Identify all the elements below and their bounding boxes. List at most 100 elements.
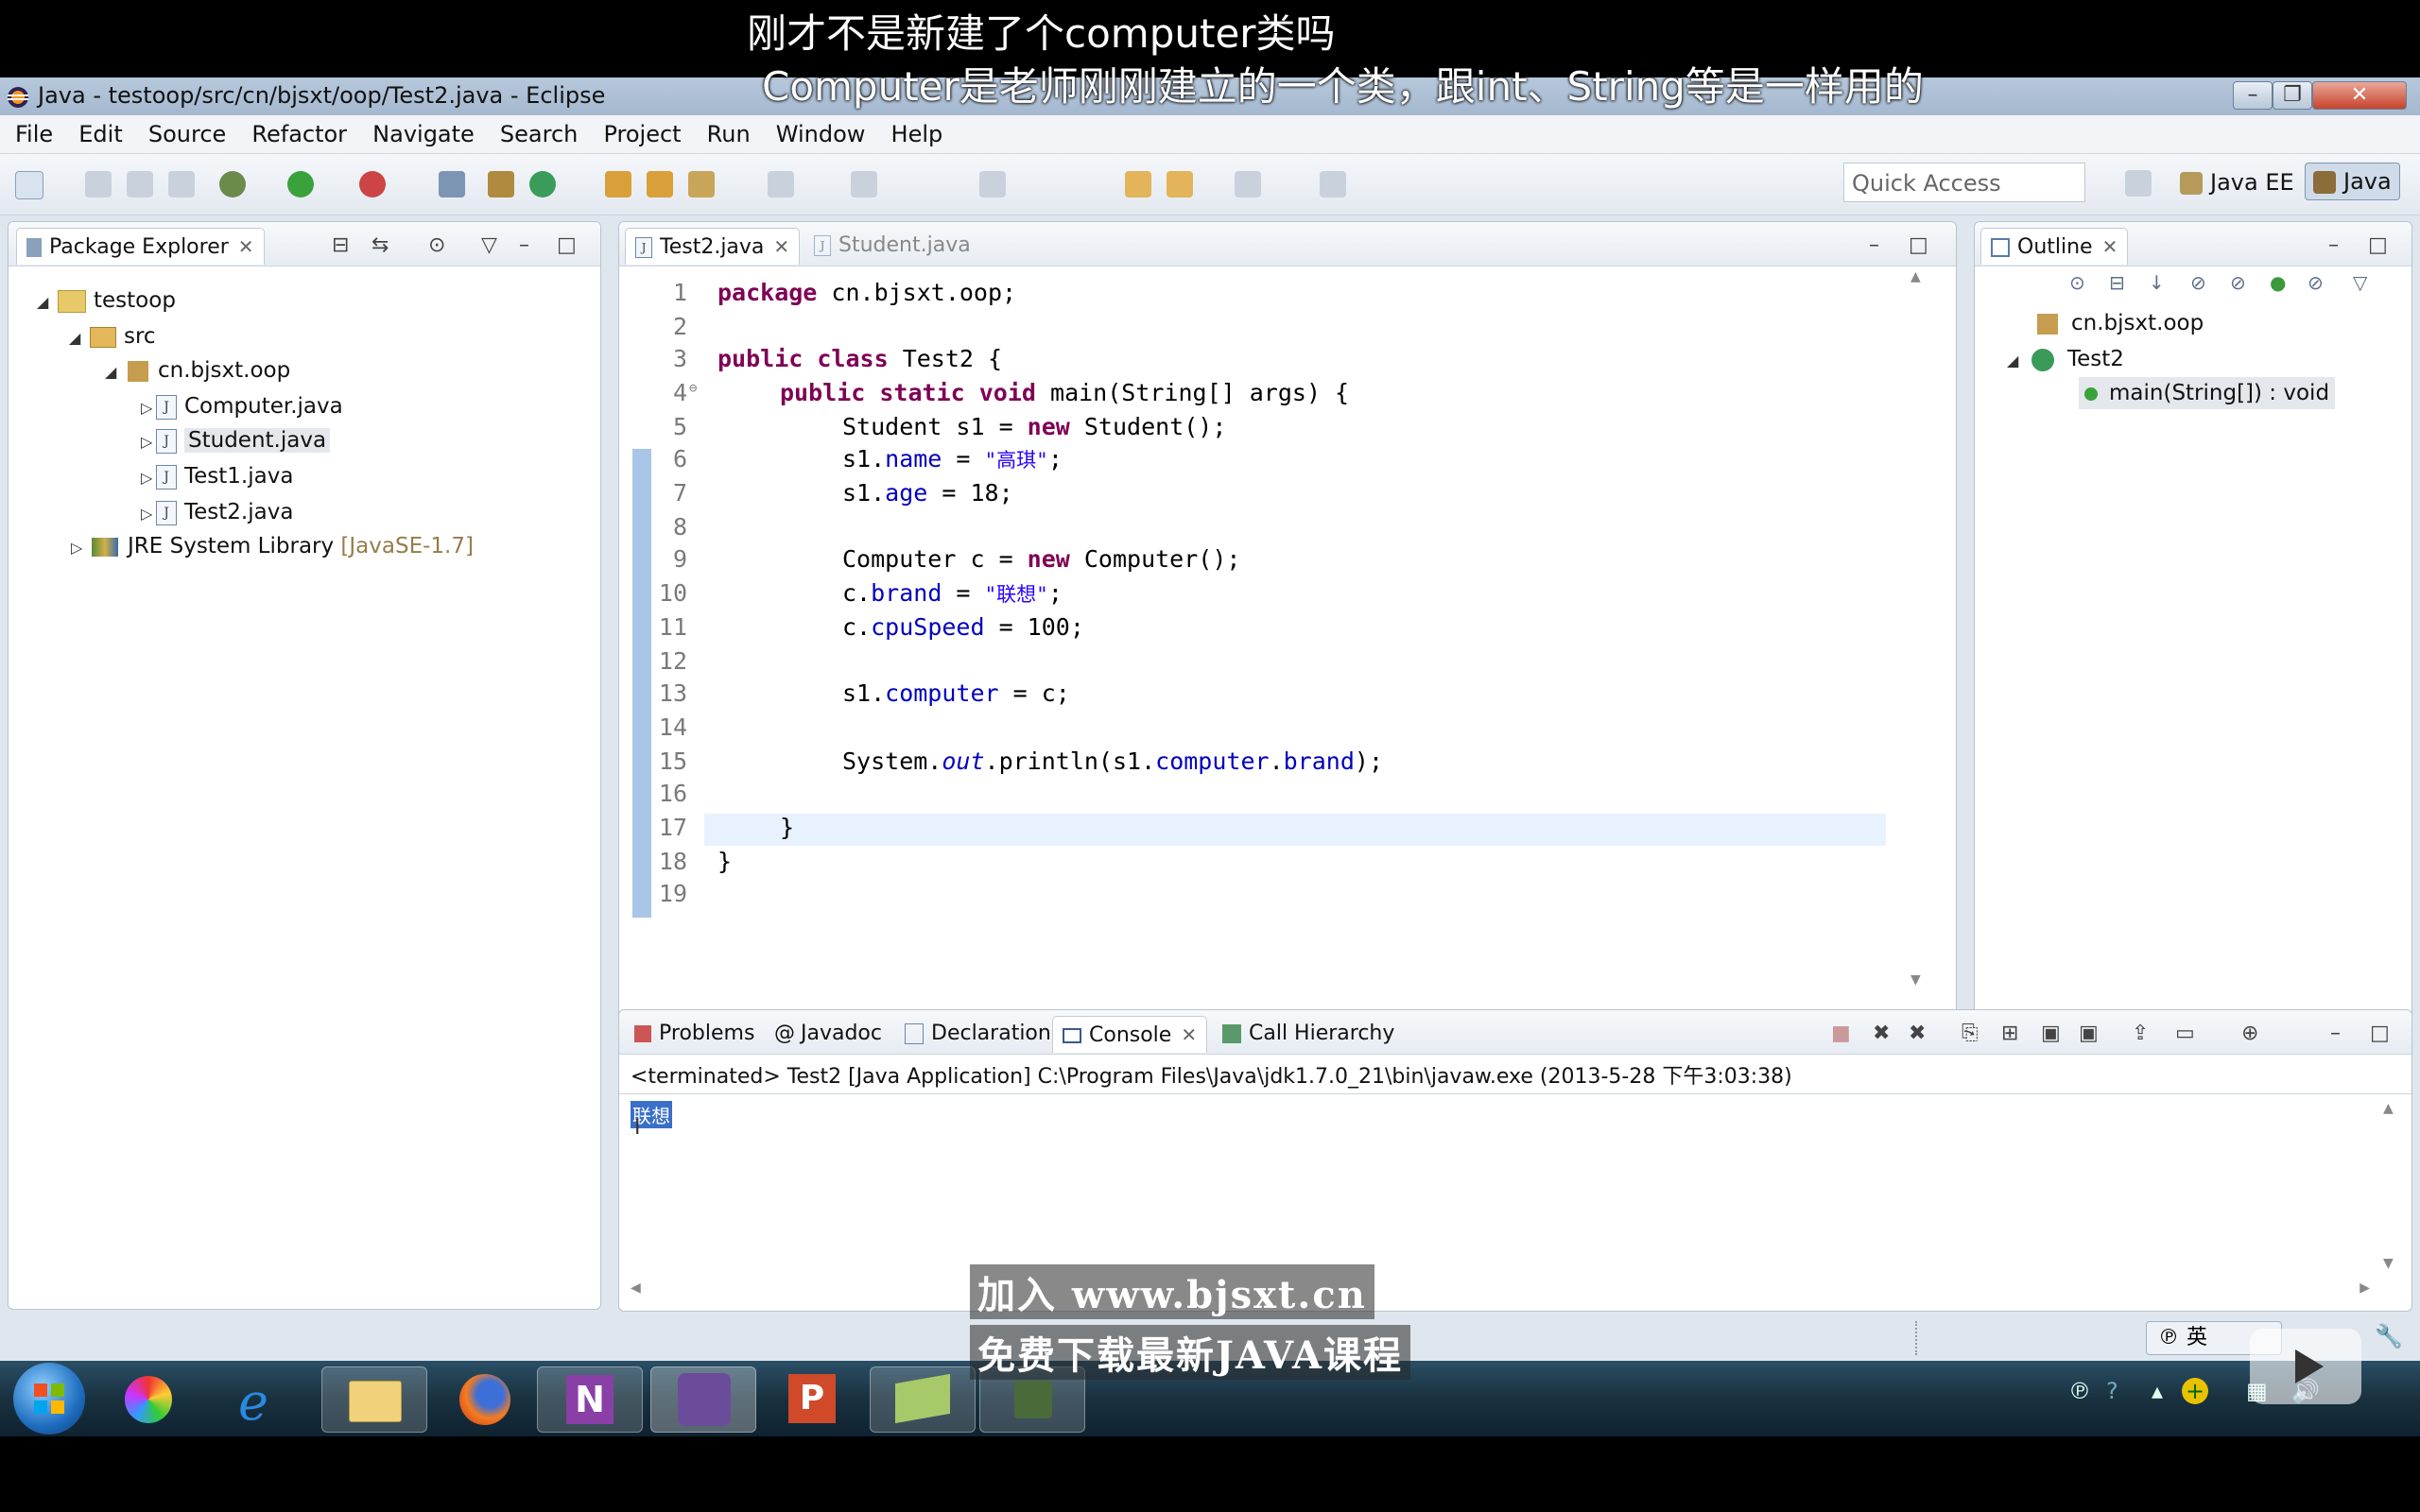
close-icon[interactable]: ✕: [773, 235, 789, 258]
minimize-button[interactable]: –: [2233, 81, 2273, 110]
taskbar-app-ie[interactable]: e: [210, 1366, 314, 1432]
menu-edit[interactable]: Edit: [78, 115, 122, 147]
help-icon[interactable]: ?: [2106, 1378, 2118, 1404]
link-editor-icon[interactable]: ⇆: [372, 233, 389, 257]
sort-icon[interactable]: ↓: [2149, 271, 2165, 294]
view-menu-icon[interactable]: ▽: [2353, 271, 2367, 294]
focus-icon[interactable]: ⊙: [428, 233, 445, 257]
perspective-javaee[interactable]: Java EE: [2180, 163, 2294, 202]
tab-javadoc[interactable]: @ Javadoc: [765, 1016, 891, 1052]
minimize-view-icon[interactable]: –: [1869, 233, 1879, 257]
debug-icon[interactable]: [219, 171, 246, 198]
ime-language-label[interactable]: 英: [2187, 1326, 2207, 1349]
menu-navigate[interactable]: Navigate: [372, 115, 475, 147]
collapse-arrow-icon[interactable]: ▷: [141, 498, 156, 530]
maximize-view-icon[interactable]: □: [2368, 233, 2388, 257]
menu-file[interactable]: File: [15, 115, 53, 147]
maximize-view-icon[interactable]: □: [557, 233, 577, 257]
tab-test2-java[interactable]: J Test2.java ✕: [625, 228, 801, 265]
minimize-view-icon[interactable]: –: [2330, 1022, 2341, 1045]
maximize-icon[interactable]: [1320, 171, 1346, 198]
remove-all-icon[interactable]: ✖: [1909, 1022, 1926, 1045]
collapse-arrow-icon[interactable]: ▷: [141, 426, 156, 458]
menu-run[interactable]: Run: [707, 115, 751, 147]
print-icon[interactable]: [168, 171, 195, 198]
open-task-icon[interactable]: [647, 171, 673, 198]
wrench-icon[interactable]: 🔧: [2375, 1323, 2403, 1349]
tree-package[interactable]: ◢ cn.bjsxt.oop: [105, 354, 290, 387]
pin-icon[interactable]: [979, 171, 1006, 198]
hide-fields-icon[interactable]: ⊘: [2190, 271, 2206, 294]
close-icon[interactable]: ✕: [1181, 1023, 1197, 1046]
menu-search[interactable]: Search: [500, 115, 578, 147]
menu-help[interactable]: Help: [891, 115, 943, 147]
ime-p-icon[interactable]: ℗: [2158, 1326, 2179, 1349]
outline-package[interactable]: cn.bjsxt.oop: [2037, 307, 2204, 339]
show-stderr-icon[interactable]: ▣: [2079, 1022, 2099, 1045]
close-icon[interactable]: ✕: [238, 235, 254, 258]
tree-jre-library[interactable]: ▷ JRE System Library [JavaSE-1.7]: [71, 530, 474, 562]
hide-nonpublic-icon[interactable]: ●: [2270, 271, 2286, 294]
perspective-java[interactable]: Java: [2305, 163, 2400, 200]
terminate-icon[interactable]: ■: [1831, 1022, 1851, 1045]
maximize-view-icon[interactable]: □: [2370, 1022, 2390, 1045]
start-button[interactable]: [13, 1363, 85, 1435]
expand-arrow-icon[interactable]: ◢: [69, 322, 84, 354]
collapse-all-icon[interactable]: ⊟: [2109, 271, 2125, 294]
display-console-icon[interactable]: ▭: [2175, 1022, 2195, 1045]
video-play-icon[interactable]: [2250, 1329, 2361, 1404]
focus-icon[interactable]: ⊙: [2069, 271, 2085, 294]
clear-console-icon[interactable]: ⎘: [1962, 1022, 1979, 1045]
tree-file-student[interactable]: ▷ J Student.java: [141, 424, 331, 458]
tab-console[interactable]: Console ✕: [1052, 1016, 1208, 1053]
save-all-icon[interactable]: [127, 171, 153, 198]
run-external-icon[interactable]: [359, 171, 386, 198]
tray-expand-icon[interactable]: ▴: [2152, 1378, 2163, 1404]
save-icon[interactable]: [85, 171, 112, 198]
search-icon[interactable]: [688, 171, 715, 198]
minimize-view-icon[interactable]: –: [2328, 233, 2339, 257]
next-edit-icon[interactable]: [1235, 171, 1261, 198]
view-menu-icon[interactable]: ▽: [481, 233, 497, 257]
restore-button[interactable]: ❐: [2273, 81, 2312, 110]
run-icon[interactable]: [287, 171, 314, 198]
taskbar-app-photo[interactable]: [98, 1366, 202, 1431]
console-horizontal-scrollbar[interactable]: ◀ ▶: [631, 1280, 2370, 1297]
tab-problems[interactable]: Problems: [625, 1016, 764, 1052]
taskbar-app-powerpoint[interactable]: P: [760, 1366, 864, 1431]
taskbar-app-explorer[interactable]: [321, 1366, 427, 1433]
taskbar-app-onenote[interactable]: N: [537, 1366, 643, 1433]
taskbar-app-eclipse[interactable]: [650, 1366, 756, 1433]
vertical-scrollbar[interactable]: ▲ ▼: [1903, 269, 1927, 988]
tree-src[interactable]: ◢ src: [69, 320, 156, 352]
outline-class[interactable]: ◢ Test2: [2007, 343, 2124, 375]
add-icon[interactable]: +: [2182, 1378, 2208, 1404]
tab-call-hierarchy[interactable]: Call Hierarchy: [1213, 1016, 1404, 1052]
tree-file-computer[interactable]: ▷ J Computer.java: [141, 390, 343, 422]
back-icon[interactable]: [1125, 171, 1151, 198]
tree-project[interactable]: ◢ testoop: [37, 284, 176, 317]
menu-refactor[interactable]: Refactor: [251, 115, 347, 147]
skip-breakpoints-icon[interactable]: [439, 171, 465, 198]
new-class-icon[interactable]: [529, 171, 556, 198]
tab-package-explorer[interactable]: Package Explorer ✕: [16, 228, 265, 265]
close-button[interactable]: ✕: [2312, 81, 2407, 110]
tree-file-test2[interactable]: ▷ J Test2.java: [141, 496, 293, 528]
outline-method[interactable]: main(String[]) : void: [2079, 377, 2336, 409]
collapse-arrow-icon[interactable]: ▷: [71, 532, 86, 564]
forward-icon[interactable]: [1167, 171, 1193, 198]
menu-window[interactable]: Window: [776, 115, 866, 147]
hide-local-types-icon[interactable]: ⊘: [2308, 271, 2324, 294]
expand-arrow-icon[interactable]: ◢: [105, 356, 120, 388]
new-package-icon[interactable]: [488, 171, 514, 198]
tab-student-java[interactable]: J Student.java: [804, 228, 980, 264]
fold-icon[interactable]: ⊖: [689, 381, 697, 396]
minimize-view-icon[interactable]: –: [519, 233, 529, 257]
console-vertical-scrollbar[interactable]: ▲ ▼: [2383, 1101, 2402, 1271]
tab-declaration[interactable]: Declaration: [895, 1016, 1061, 1052]
ime-p-icon[interactable]: ℗: [2068, 1378, 2091, 1404]
new-icon[interactable]: [15, 171, 43, 199]
tab-outline[interactable]: Outline ✕: [1980, 228, 2129, 265]
show-stdout-icon[interactable]: ▣: [2041, 1022, 2061, 1045]
close-icon[interactable]: ✕: [2102, 235, 2118, 258]
